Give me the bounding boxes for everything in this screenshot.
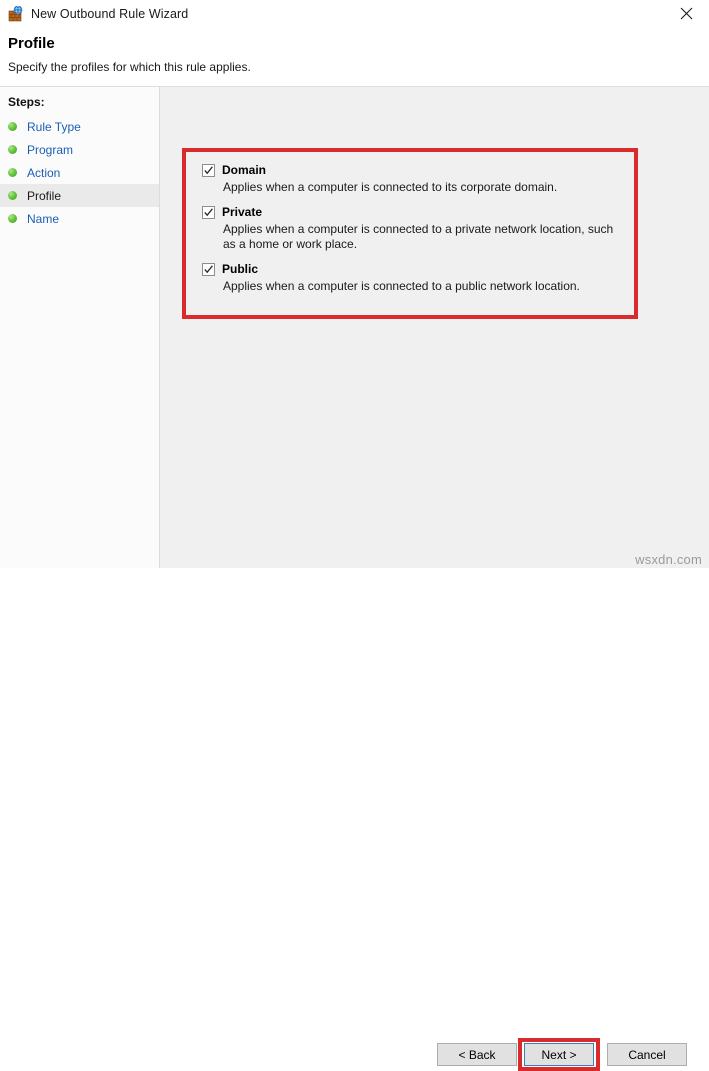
steps-list: Rule Type Program Action Profile Name [0, 115, 159, 230]
wizard-header: Profile Specify the profiles for which t… [0, 27, 709, 87]
option-public-description: Applies when a computer is connected to … [223, 279, 580, 293]
window-title: New Outbound Rule Wizard [31, 6, 189, 21]
sidebar-item-program[interactable]: Program [0, 138, 159, 161]
step-bullet-icon [8, 191, 17, 200]
option-public-row[interactable]: Public [202, 261, 622, 277]
sidebar-item-label: Rule Type [27, 119, 81, 134]
steps-sidebar: Steps: Rule Type Program Action Profile … [0, 87, 160, 568]
option-private-description: Applies when a computer is connected to … [223, 222, 614, 251]
option-domain-row[interactable]: Domain [202, 162, 622, 178]
page-title: Profile [8, 35, 55, 52]
sidebar-item-label: Program [27, 142, 74, 157]
steps-heading: Steps: [8, 95, 45, 109]
option-domain-description: Applies when a computer is connected to … [223, 180, 558, 194]
option-private-label: Private [222, 205, 263, 219]
close-icon[interactable] [664, 0, 709, 27]
step-bullet-icon [8, 214, 17, 223]
sidebar-item-label: Name [27, 211, 60, 226]
option-private-row[interactable]: Private [202, 204, 622, 220]
sidebar-item-label: Profile [27, 188, 62, 203]
option-domain-label: Domain [222, 163, 267, 177]
back-button[interactable]: < Back [437, 1043, 517, 1066]
footer-bar: < Back Next > Cancel wsxdn.com [0, 510, 709, 1071]
cancel-button[interactable]: Cancel [607, 1043, 687, 1066]
body-area: Steps: Rule Type Program Action Profile … [0, 87, 709, 568]
profile-options-group: Domain Applies when a computer is connec… [186, 152, 634, 315]
content-pane: When does this rule apply? Domain Applie… [168, 87, 709, 568]
next-button[interactable]: Next > [524, 1043, 594, 1066]
sidebar-item-rule-type[interactable]: Rule Type [0, 115, 159, 138]
checkbox-private[interactable] [202, 206, 215, 219]
title-bar: New Outbound Rule Wizard [0, 0, 709, 27]
step-bullet-icon [8, 168, 17, 177]
page-subtitle: Specify the profiles for which this rule… [8, 60, 251, 74]
checkbox-public[interactable] [202, 263, 215, 276]
sidebar-item-label: Action [27, 165, 61, 180]
sidebar-item-name[interactable]: Name [0, 207, 159, 230]
checkbox-domain[interactable] [202, 164, 215, 177]
sidebar-item-profile[interactable]: Profile [0, 184, 159, 207]
step-bullet-icon [8, 122, 17, 131]
sidebar-item-action[interactable]: Action [0, 161, 159, 184]
step-bullet-icon [8, 145, 17, 154]
option-public-label: Public [222, 262, 259, 276]
profile-options-highlight-box: Domain Applies when a computer is connec… [182, 148, 638, 319]
watermark-text: wsxdn.com [635, 552, 702, 567]
firewall-brick-globe-icon [8, 5, 24, 22]
